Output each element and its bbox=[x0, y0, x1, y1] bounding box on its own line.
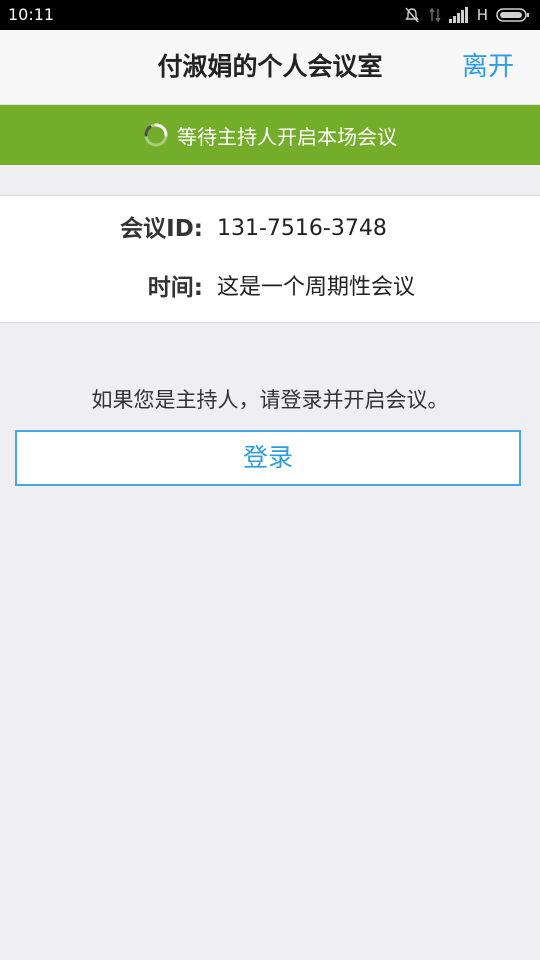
meeting-id-label: 会议ID: bbox=[120, 216, 203, 242]
meeting-time-value: 这是一个周期性会议 bbox=[217, 275, 416, 300]
status-time: 10:11 bbox=[8, 5, 55, 24]
signal-icon bbox=[448, 7, 469, 23]
meeting-id-row: 会议ID: 131-7516-3748 bbox=[0, 209, 540, 249]
battery-icon bbox=[496, 7, 530, 23]
meeting-id-value: 131-7516-3748 bbox=[217, 216, 387, 241]
host-login-hint: 如果您是主持人，请登录并开启会议。 bbox=[91, 388, 449, 412]
alarm-off-icon bbox=[403, 6, 421, 24]
meeting-time-label: 时间: bbox=[147, 275, 203, 301]
network-type: H bbox=[476, 6, 488, 24]
page-title: 付淑娟的个人会议室 bbox=[157, 52, 383, 81]
status-icons: H bbox=[403, 5, 530, 25]
app-header: 付淑娟的个人会议室 离开 bbox=[0, 30, 540, 105]
status-bar: 10:11 H bbox=[0, 0, 540, 30]
waiting-text: 等待主持人开启本场会议 bbox=[177, 124, 397, 149]
meeting-info-card: 会议ID: 131-7516-3748 时间: 这是一个周期性会议 bbox=[0, 195, 540, 323]
waiting-banner: 等待主持人开启本场会议 bbox=[0, 105, 540, 165]
login-button[interactable]: 登录 bbox=[15, 430, 521, 486]
leave-button[interactable]: 离开 bbox=[462, 50, 514, 84]
meeting-time-row: 时间: 这是一个周期性会议 bbox=[0, 268, 540, 308]
data-transfer-icon bbox=[429, 6, 441, 24]
loading-spinner-icon bbox=[143, 122, 169, 148]
